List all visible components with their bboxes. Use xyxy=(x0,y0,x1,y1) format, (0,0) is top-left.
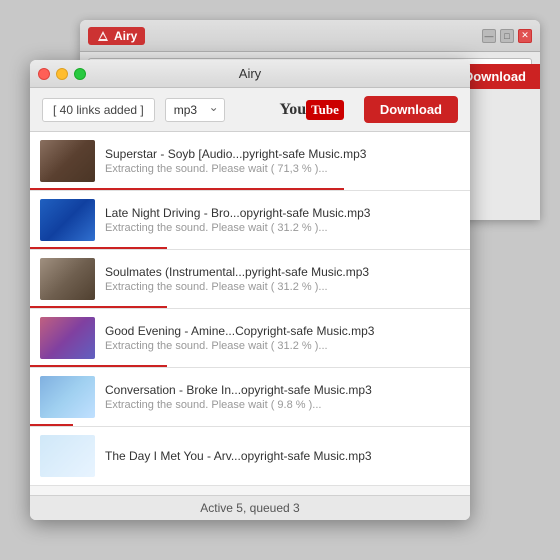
track-item: Superstar - Soyb [Audio...pyright-safe M… xyxy=(30,132,470,191)
maximize-traffic-light[interactable] xyxy=(74,68,86,80)
browser-app-badge[interactable]: Airy xyxy=(88,27,145,45)
airy-titlebar: Airy xyxy=(30,60,470,88)
track-info: Conversation - Broke In...opyright-safe … xyxy=(105,383,460,411)
browser-maximize-btn[interactable]: □ xyxy=(500,29,514,43)
youtube-tube-text: Tube xyxy=(306,100,344,120)
track-status: Extracting the sound. Please wait ( 9.8 … xyxy=(105,399,460,411)
thumb-overlay xyxy=(40,317,95,359)
track-title: Superstar - Soyb [Audio...pyright-safe M… xyxy=(105,147,460,161)
track-info: The Day I Met You - Arv...opyright-safe … xyxy=(105,449,460,463)
track-info: Superstar - Soyb [Audio...pyright-safe M… xyxy=(105,147,460,175)
track-title: Late Night Driving - Bro...opyright-safe… xyxy=(105,206,460,220)
airy-toolbar: [ 40 links added ] mp3 mp4 aac YouTube D… xyxy=(30,88,470,132)
format-select[interactable]: mp3 mp4 aac xyxy=(165,98,225,122)
track-info: Late Night Driving - Bro...opyright-safe… xyxy=(105,206,460,234)
thumb-overlay xyxy=(40,199,95,241)
thumb-overlay xyxy=(40,140,95,182)
browser-close-btn[interactable]: ✕ xyxy=(518,29,532,43)
airy-window: Airy [ 40 links added ] mp3 mp4 aac YouT… xyxy=(30,60,470,520)
thumb-overlay xyxy=(40,376,95,418)
airy-title: Airy xyxy=(239,66,261,81)
track-item: The Day I Met You - Arv...opyright-safe … xyxy=(30,427,470,486)
browser-minimize-btn[interactable]: — xyxy=(482,29,496,43)
track-status: Extracting the sound. Please wait ( 31.2… xyxy=(105,222,460,234)
youtube-logo: YouTube xyxy=(279,100,343,120)
track-title: Conversation - Broke In...opyright-safe … xyxy=(105,383,460,397)
track-title: The Day I Met You - Arv...opyright-safe … xyxy=(105,449,460,463)
track-title: Soulmates (Instrumental...pyright-safe M… xyxy=(105,265,460,279)
minimize-traffic-light[interactable] xyxy=(56,68,68,80)
track-thumbnail xyxy=(40,140,95,182)
status-bar: Active 5, queued 3 xyxy=(30,495,470,520)
airy-icon xyxy=(96,29,110,43)
track-status: Extracting the sound. Please wait ( 31.2… xyxy=(105,340,460,352)
track-thumbnail xyxy=(40,376,95,418)
close-traffic-light[interactable] xyxy=(38,68,50,80)
track-thumbnail xyxy=(40,435,95,477)
thumb-overlay xyxy=(40,258,95,300)
browser-titlebar: Airy — □ ✕ xyxy=(80,20,540,52)
track-status: Extracting the sound. Please wait ( 71,3… xyxy=(105,163,460,175)
track-item: Conversation - Broke In...opyright-safe … xyxy=(30,368,470,427)
youtube-you-text: You xyxy=(279,101,306,119)
links-badge: [ 40 links added ] xyxy=(42,98,155,122)
track-item: Good Evening - Amine...Copyright-safe Mu… xyxy=(30,309,470,368)
track-list: Superstar - Soyb [Audio...pyright-safe M… xyxy=(30,132,470,495)
track-info: Good Evening - Amine...Copyright-safe Mu… xyxy=(105,324,460,352)
traffic-lights xyxy=(38,68,86,80)
track-title: Good Evening - Amine...Copyright-safe Mu… xyxy=(105,324,460,338)
track-info: Soulmates (Instrumental...pyright-safe M… xyxy=(105,265,460,293)
download-button[interactable]: Download xyxy=(364,96,458,123)
browser-app-name: Airy xyxy=(114,29,137,43)
track-thumbnail xyxy=(40,199,95,241)
track-item: Soulmates (Instrumental...pyright-safe M… xyxy=(30,250,470,309)
track-thumbnail xyxy=(40,317,95,359)
track-status: Extracting the sound. Please wait ( 31.2… xyxy=(105,281,460,293)
track-thumbnail xyxy=(40,258,95,300)
thumb-overlay xyxy=(40,435,95,477)
browser-controls: — □ ✕ xyxy=(482,29,532,43)
format-selector-wrapper: mp3 mp4 aac xyxy=(165,98,225,122)
track-item: Late Night Driving - Bro...opyright-safe… xyxy=(30,191,470,250)
